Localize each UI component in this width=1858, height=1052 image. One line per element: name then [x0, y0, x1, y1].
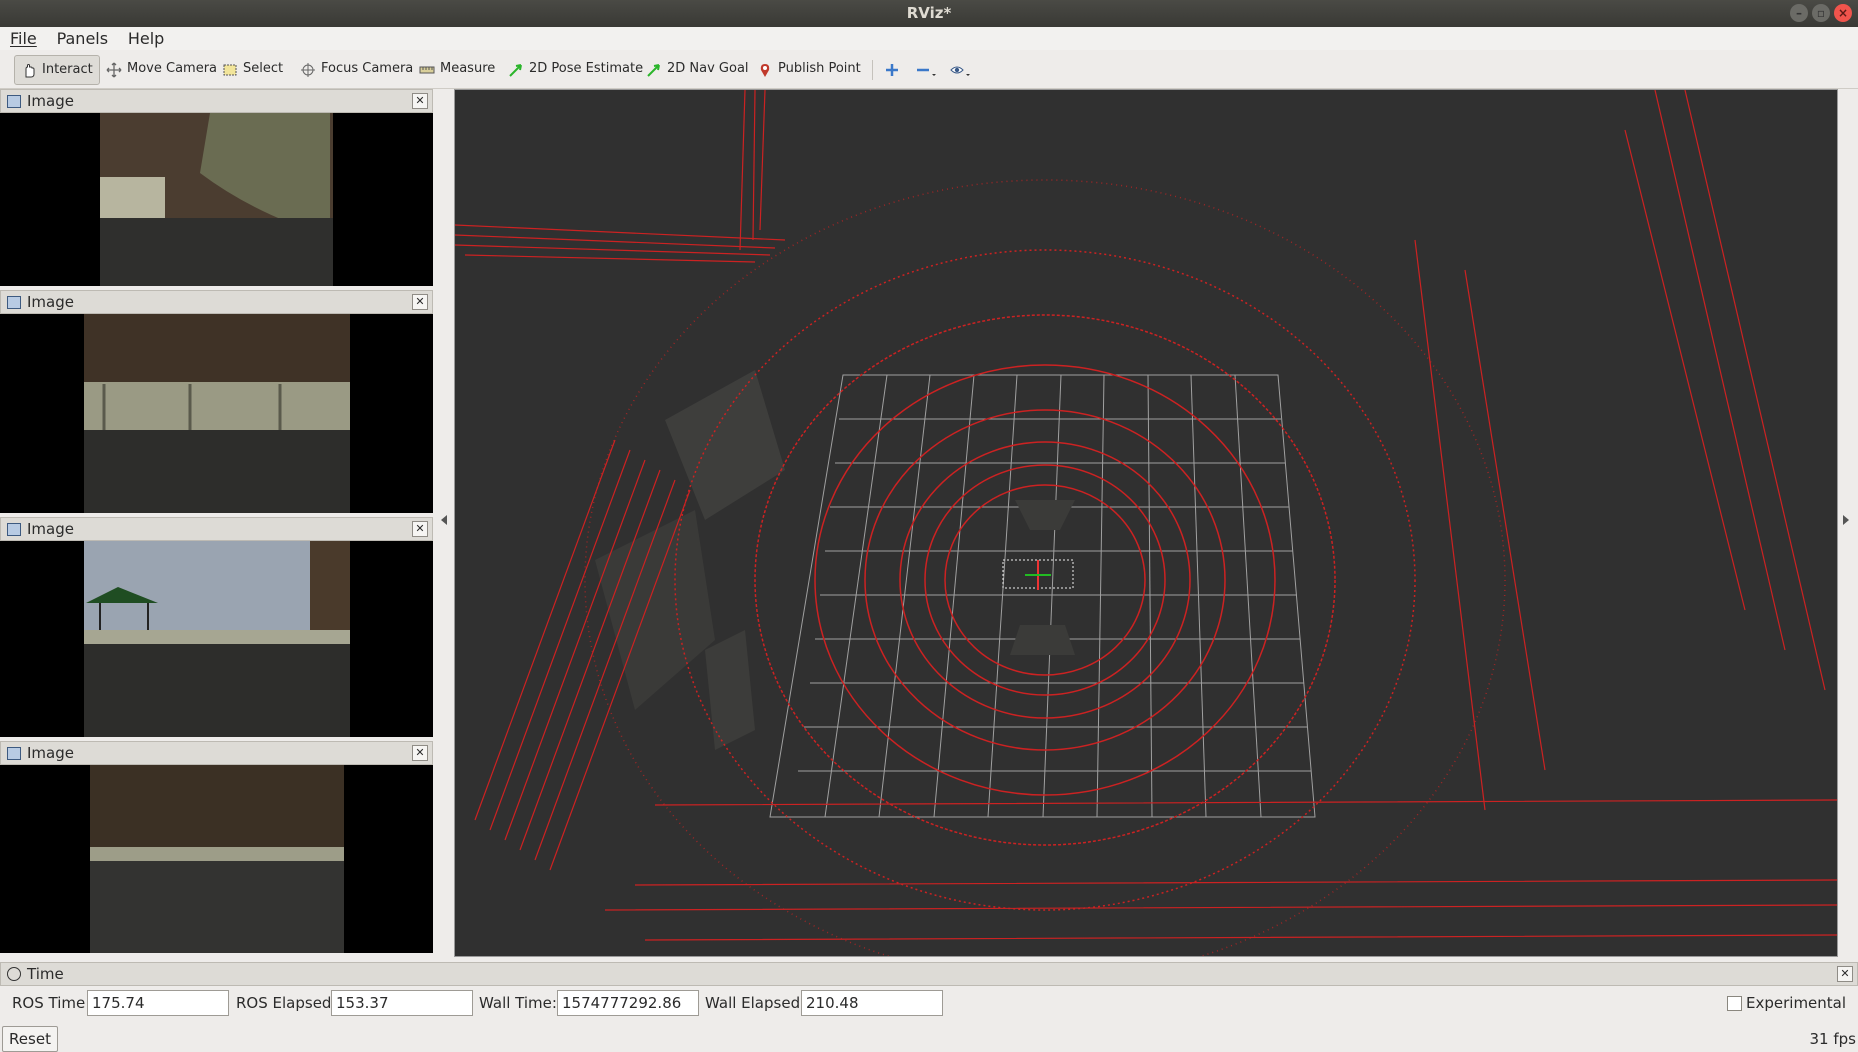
hand-icon [21, 62, 37, 78]
camera-image-4 [0, 765, 433, 953]
image-panel-3: Image ✕ [0, 517, 433, 737]
image-panel-header: Image ✕ [0, 741, 433, 765]
map-pin-icon [757, 61, 773, 77]
toolbar-separator [872, 60, 873, 80]
image-icon [7, 296, 21, 309]
time-panel-title: Time [27, 965, 64, 983]
experimental-checkbox[interactable] [1727, 996, 1742, 1011]
pose-estimate-label: 2D Pose Estimate [529, 61, 644, 76]
fps-readout: 31 fps [1809, 1030, 1856, 1048]
camera-image-2 [0, 314, 433, 513]
title-bar: RViz* – ▫ × [0, 0, 1858, 27]
move-camera-label: Move Camera [127, 61, 218, 76]
wall-time-field[interactable]: 1574777292.86 [557, 990, 699, 1016]
clock-icon [7, 967, 21, 981]
select-icon [222, 61, 238, 77]
publish-point-tool-button[interactable]: Publish Point [751, 55, 867, 83]
image-panel-1: Image ✕ [0, 89, 433, 286]
measure-label: Measure [440, 61, 496, 76]
move-camera-tool-button[interactable]: Move Camera [100, 55, 223, 83]
focus-camera-icon [300, 61, 316, 77]
time-panel: Time ✕ ROS Time: 175.74 ROS Elapsed: 153… [0, 962, 1858, 1052]
publish-point-label: Publish Point [778, 61, 861, 76]
wall-time-label: Wall Time: [479, 994, 557, 1012]
window-title: RViz* [906, 4, 952, 22]
image-panel-header: Image ✕ [0, 517, 433, 541]
collapse-left-arrow-icon[interactable] [441, 515, 447, 525]
image-panel-title: Image [27, 520, 74, 538]
wall-elapsed-label: Wall Elapsed: [705, 994, 806, 1012]
camera-image-1 [0, 113, 433, 286]
ros-elapsed-field[interactable]: 153.37 [331, 990, 473, 1016]
image-panel-title: Image [27, 293, 74, 311]
image-panels-column: Image ✕ Image ✕ Image ✕ Image ✕ [0, 89, 433, 957]
tool-properties-button[interactable] [944, 55, 972, 83]
image-icon [7, 523, 21, 536]
interact-tool-button[interactable]: Interact [14, 55, 100, 85]
nav-goal-tool-button[interactable]: 2D Nav Goal [640, 55, 755, 83]
image-icon [7, 95, 21, 108]
add-tool-button[interactable] [878, 55, 906, 83]
green-arrow-icon [646, 61, 662, 77]
image-panel-header: Image ✕ [0, 89, 433, 113]
ros-elapsed-label: ROS Elapsed: [236, 994, 337, 1012]
ruler-icon [419, 61, 435, 77]
select-label: Select [243, 61, 284, 76]
pose-estimate-tool-button[interactable]: 2D Pose Estimate [502, 55, 649, 83]
reset-button[interactable]: Reset [2, 1026, 58, 1052]
close-panel-button[interactable]: ✕ [1837, 966, 1853, 982]
close-panel-button[interactable]: ✕ [412, 521, 428, 537]
time-panel-header: Time ✕ [0, 962, 1858, 986]
maximize-button[interactable]: ▫ [1812, 4, 1830, 22]
laser-rings [584, 179, 1506, 956]
laser-scan-scene [455, 90, 1837, 956]
laser-walls [455, 90, 1837, 941]
eye-icon [950, 61, 970, 77]
ros-time-field[interactable]: 175.74 [87, 990, 229, 1016]
experimental-label: Experimental [1746, 994, 1847, 1012]
plus-icon [884, 61, 900, 77]
menu-bar: File Panels Help [0, 27, 1858, 50]
image-panel-header: Image ✕ [0, 290, 433, 314]
ros-time-label: ROS Time: [12, 994, 91, 1012]
focus-camera-tool-button[interactable]: Focus Camera [294, 55, 419, 83]
close-panel-button[interactable]: ✕ [412, 93, 428, 109]
collapse-right-arrow-icon[interactable] [1843, 515, 1849, 525]
image-panel-2: Image ✕ [0, 290, 433, 513]
select-tool-button[interactable]: Select [216, 55, 289, 83]
image-panel-4: Image ✕ [0, 741, 433, 953]
interact-label: Interact [42, 62, 93, 77]
close-panel-button[interactable]: ✕ [412, 294, 428, 310]
tools-toolbar: Interact Move Camera Select Focus Camera… [0, 50, 1858, 89]
move-camera-icon [106, 61, 122, 78]
time-fields-row: ROS Time: 175.74 ROS Elapsed: 153.37 Wal… [0, 990, 1858, 1018]
image-icon [7, 747, 21, 760]
3d-render-viewport[interactable] [454, 89, 1838, 957]
minimize-button[interactable]: – [1790, 4, 1808, 22]
camera-image-3 [0, 541, 433, 737]
image-panel-title: Image [27, 744, 74, 762]
menu-panels[interactable]: Panels [52, 27, 114, 50]
menu-file[interactable]: File [5, 27, 42, 50]
wall-elapsed-field[interactable]: 210.48 [801, 990, 943, 1016]
measure-tool-button[interactable]: Measure [413, 55, 501, 83]
nav-goal-label: 2D Nav Goal [667, 61, 749, 76]
minus-icon [916, 61, 936, 77]
close-window-button[interactable]: × [1834, 4, 1852, 22]
menu-help[interactable]: Help [123, 27, 169, 50]
close-panel-button[interactable]: ✕ [412, 745, 428, 761]
remove-tool-button[interactable] [910, 55, 938, 83]
focus-camera-label: Focus Camera [321, 61, 414, 76]
image-panel-title: Image [27, 92, 74, 110]
green-arrow-icon [508, 61, 524, 77]
robot-model [1002, 500, 1075, 655]
